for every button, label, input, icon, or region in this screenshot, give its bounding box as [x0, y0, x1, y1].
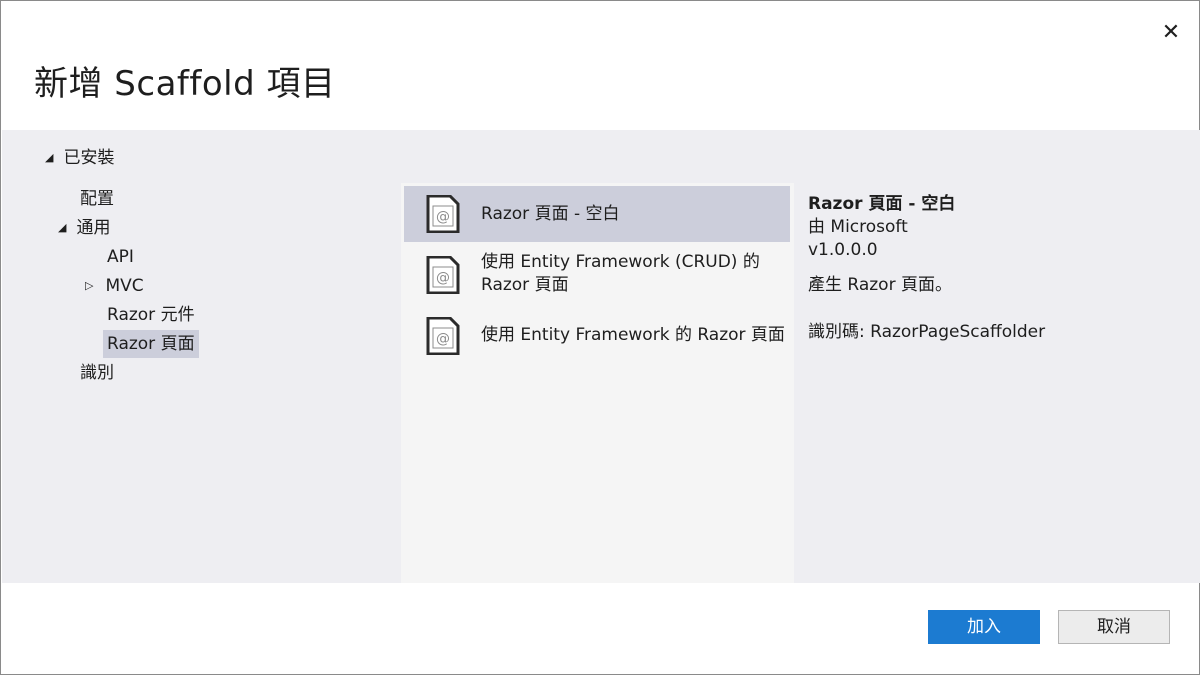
template-list: @ Razor 頁面 - 空白 @ 使用 Entity Framework (C…: [401, 183, 794, 583]
template-details: Razor 頁面 - 空白 由 Microsoft v1.0.0.0 產生 Ra…: [808, 193, 1045, 344]
dialog-title: 新增 Scaffold 項目: [34, 64, 336, 104]
template-label-line2: Razor 頁面: [481, 275, 569, 295]
tree-item-label: Razor 頁面: [107, 334, 195, 354]
tree-item-label: Razor 元件: [107, 305, 195, 325]
collapsed-triangle-icon[interactable]: ▷: [85, 272, 93, 300]
razor-page-icon: @: [426, 317, 460, 355]
tree-item-label: API: [107, 247, 134, 267]
add-button[interactable]: 加入: [928, 610, 1040, 644]
tree-root-label: 已安裝: [63, 148, 115, 168]
svg-text:@: @: [436, 270, 450, 286]
svg-text:@: @: [436, 209, 450, 225]
tree-item-layout[interactable]: 配置: [80, 185, 114, 213]
tree-item-api[interactable]: API: [107, 243, 134, 271]
razor-page-icon: @: [426, 195, 460, 233]
tree-item-label: 配置: [80, 189, 114, 209]
tree-root-installed[interactable]: ◢ 已安裝: [45, 143, 114, 168]
details-title: Razor 頁面 - 空白: [808, 194, 956, 214]
details-description: 產生 Razor 頁面。: [808, 275, 952, 295]
template-item-razor-page-ef-crud[interactable]: @ 使用 Entity Framework (CRUD) 的 Razor 頁面: [404, 245, 790, 303]
tree-item-label: MVC: [105, 276, 144, 296]
razor-page-icon: @: [426, 256, 460, 294]
template-label-line1: 使用 Entity Framework (CRUD) 的: [481, 252, 760, 272]
template-label: 使用 Entity Framework (CRUD) 的 Razor 頁面: [481, 251, 781, 297]
template-label: Razor 頁面 - 空白: [481, 204, 620, 224]
close-icon[interactable]: ✕: [1157, 19, 1185, 47]
add-scaffold-dialog: 新增 Scaffold 項目 ✕ ◢ 已安裝 配置 ◢ 通用 API ▷ MVC Ra…: [0, 0, 1200, 675]
tree-item-label: 識別: [80, 363, 114, 383]
expanded-triangle-icon[interactable]: ◢: [58, 214, 66, 242]
details-version: v1.0.0.0: [808, 240, 878, 260]
tree-item-mvc[interactable]: ▷ MVC: [85, 272, 144, 300]
template-item-razor-page-empty[interactable]: @ Razor 頁面 - 空白: [404, 186, 790, 242]
tree-item-razor-component[interactable]: Razor 元件: [107, 301, 195, 329]
cancel-button[interactable]: 取消: [1058, 610, 1170, 644]
svg-text:@: @: [436, 331, 450, 347]
tree-item-identity[interactable]: 識別: [80, 359, 114, 387]
tree-item-common[interactable]: ◢ 通用: [58, 214, 110, 242]
template-label: 使用 Entity Framework 的 Razor 頁面: [481, 325, 785, 345]
expanded-triangle-icon[interactable]: ◢: [45, 151, 53, 164]
details-id: 識別碼: RazorPageScaffolder: [808, 322, 1046, 342]
template-item-razor-page-ef[interactable]: @ 使用 Entity Framework 的 Razor 頁面: [404, 308, 790, 364]
tree-item-razor-pages[interactable]: Razor 頁面: [103, 330, 199, 358]
tree-item-label: 通用: [76, 218, 111, 238]
details-author: 由 Microsoft: [808, 217, 908, 237]
